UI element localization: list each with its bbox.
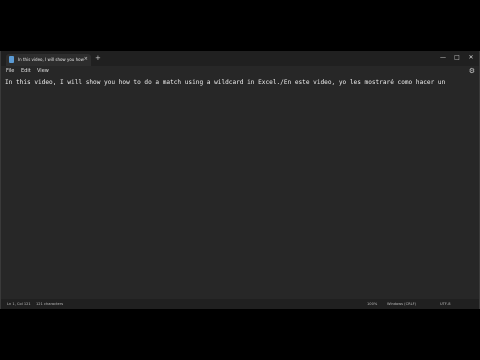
- menu-file[interactable]: File: [6, 67, 14, 75]
- title-bar[interactable]: In this video, I will show you how × + —…: [1, 51, 479, 66]
- encoding[interactable]: UTF-8: [440, 300, 450, 308]
- notepad-window: In this video, I will show you how × + —…: [0, 51, 480, 309]
- line-ending[interactable]: Windows (CRLF): [387, 300, 416, 308]
- document-tab[interactable]: In this video, I will show you how ×: [6, 54, 91, 66]
- menu-edit[interactable]: Edit: [21, 67, 31, 75]
- character-count: 121 characters: [36, 302, 64, 306]
- status-bar: Ln 1, Col 121 121 characters 100% Window…: [1, 299, 479, 309]
- document-text[interactable]: In this video, I will show you how to do…: [5, 79, 445, 87]
- notepad-icon: [9, 56, 14, 63]
- cursor-position: Ln 1, Col 121: [7, 302, 31, 306]
- menu-view[interactable]: View: [37, 67, 49, 75]
- menu-bar: File Edit View ⚙: [1, 66, 479, 76]
- new-tab-button[interactable]: +: [95, 54, 101, 63]
- text-editor[interactable]: In this video, I will show you how to do…: [1, 76, 479, 298]
- minimize-button[interactable]: —: [438, 54, 448, 62]
- gear-icon[interactable]: ⚙: [469, 67, 475, 75]
- zoom-level[interactable]: 100%: [367, 300, 377, 308]
- tab-close-icon[interactable]: ×: [84, 55, 88, 64]
- tab-title: In this video, I will show you how: [18, 57, 84, 62]
- close-button[interactable]: ✕: [466, 54, 476, 62]
- maximize-button[interactable]: □: [452, 54, 462, 62]
